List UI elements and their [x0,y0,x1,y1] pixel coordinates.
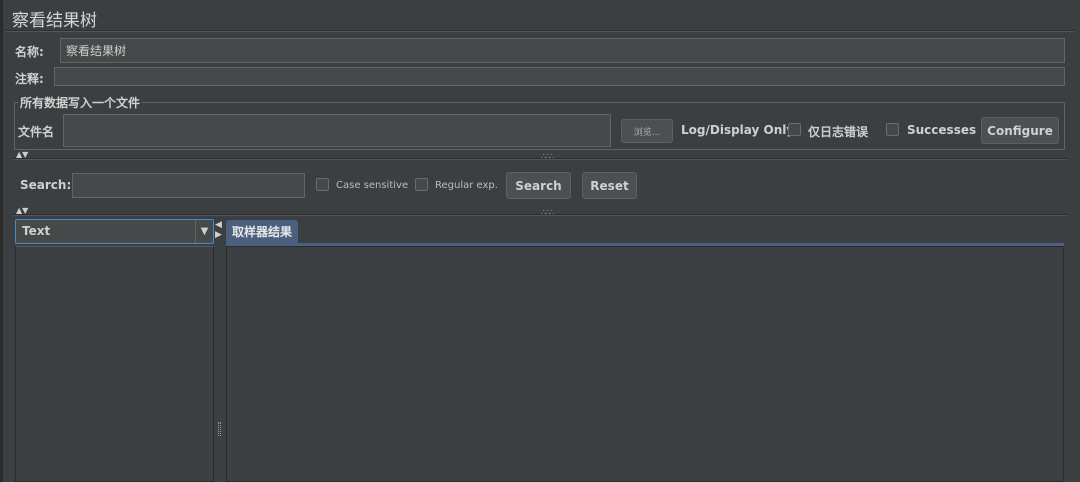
name-field[interactable]: 察看结果树 [60,38,1065,63]
chevron-down-icon[interactable]: ▼ [195,220,213,243]
successes-checkbox[interactable] [886,123,899,136]
up-down-arrows-icon[interactable]: ▲▼ [16,207,28,215]
configure-button[interactable]: Configure [981,117,1059,144]
filename-field[interactable] [63,114,611,147]
file-group-title: 所有数据写入一个文件 [18,94,143,111]
log-display-label: Log/Display Only: [681,123,799,137]
case-sensitive-checkbox[interactable] [316,178,329,191]
renderer-select[interactable]: Text ▼ [15,219,214,244]
up-down-arrows-icon[interactable]: ▲▼ [16,151,28,159]
title-divider [6,30,1074,32]
splitter-grip-icon[interactable]: ∴∴∴ [541,153,554,161]
search-label: Search: [20,178,72,192]
splitter-grip-icon[interactable]: ∴∴∴ [541,209,554,217]
browse-button[interactable]: 浏览... [621,119,673,143]
splitter-top[interactable] [14,158,1066,160]
splitter-grip-icon[interactable] [218,422,221,436]
vertical-splitter[interactable]: ◀ ▶ [214,218,225,482]
errors-only-label: 仅日志错误 [808,125,869,139]
page-title: 察看结果树 [12,11,97,31]
left-right-arrows-icon[interactable]: ◀ ▶ [215,220,222,240]
comment-label: 注释: [15,72,44,86]
search-button[interactable]: Search [506,172,571,199]
result-tree[interactable] [15,246,214,482]
renderer-select-value: Text [22,224,51,238]
successes-label: Successes [907,123,977,137]
case-sensitive-label: Case sensitive [336,180,409,191]
name-field-value: 察看结果树 [66,44,127,58]
regex-checkbox[interactable] [415,178,428,191]
regex-label: Regular exp. [435,180,498,191]
window-left-edge [0,0,3,482]
comment-field[interactable] [54,67,1065,86]
result-content-panel [226,246,1064,482]
filename-label: 文件名 [18,125,55,139]
reset-button[interactable]: Reset [582,172,637,199]
splitter-middle[interactable] [14,214,1066,216]
search-input[interactable] [72,173,305,198]
name-label: 名称: [15,45,44,59]
tab-sampler-result[interactable]: 取样器结果 [226,220,299,243]
errors-only-checkbox[interactable] [788,123,801,136]
